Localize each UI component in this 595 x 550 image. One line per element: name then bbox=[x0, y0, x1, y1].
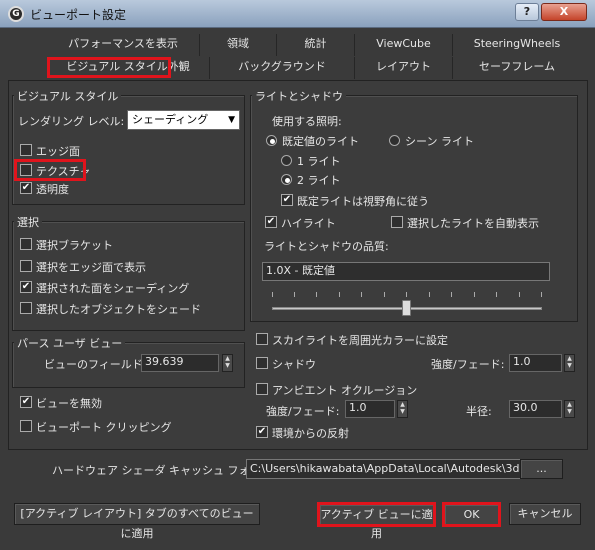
ambient-occlusion-label: アンビエント オクルージョン bbox=[272, 384, 418, 397]
two-lights-radio[interactable] bbox=[281, 174, 292, 185]
shadow-intensity-input[interactable]: 1.0 bbox=[509, 354, 562, 372]
selection-edge-label: 選択をエッジ面で表示 bbox=[36, 261, 146, 274]
ambient-occlusion-checkbox[interactable] bbox=[256, 383, 268, 395]
default-lights-radio[interactable] bbox=[266, 135, 277, 146]
skylight-checkbox[interactable] bbox=[256, 333, 268, 345]
scene-lights-label: シーン ライト bbox=[405, 135, 474, 148]
viewport-clipping-label: ビューポート クリッピング bbox=[36, 421, 172, 434]
close-button[interactable]: X bbox=[541, 3, 587, 21]
slider-tick bbox=[361, 292, 362, 297]
visual-style-group-title: ビジュアル スタイル bbox=[14, 88, 122, 104]
slider-tick bbox=[541, 292, 542, 297]
selected-objects-shade-checkbox[interactable] bbox=[20, 302, 32, 314]
tab-regions[interactable]: 領域 bbox=[200, 34, 277, 56]
slider-tick bbox=[496, 292, 497, 297]
scene-lights-radio[interactable] bbox=[389, 135, 400, 146]
tab-layout[interactable]: レイアウト bbox=[355, 57, 453, 79]
selected-faces-shade-checkbox[interactable]: ✔ bbox=[20, 281, 32, 293]
active-tab-highlight bbox=[47, 57, 171, 78]
fov-label: ビューのフィールド: bbox=[44, 358, 147, 371]
tab-safe-frame[interactable]: セーフフレーム bbox=[453, 57, 581, 79]
shadows-checkbox[interactable] bbox=[256, 357, 268, 369]
rendering-level-dropdown[interactable]: シェーディング ▼ bbox=[127, 110, 240, 130]
slider-thumb[interactable] bbox=[402, 300, 411, 316]
env-reflection-label: 環境からの反射 bbox=[272, 427, 349, 440]
quality-slider[interactable] bbox=[272, 292, 542, 316]
slider-tick bbox=[384, 292, 385, 297]
disable-view-checkbox[interactable]: ✔ bbox=[20, 396, 32, 408]
selection-bracket-checkbox[interactable] bbox=[20, 238, 32, 250]
default-follow-label: 既定ライトは視野角に従う bbox=[297, 195, 429, 208]
highlights-checkbox[interactable]: ✔ bbox=[265, 216, 277, 228]
two-lights-label: 2 ライト bbox=[297, 174, 341, 187]
transparency-checkbox[interactable]: ✔ bbox=[20, 182, 32, 194]
apply-all-views-button[interactable]: [アクティブ レイアウト] タブのすべてのビューに適用 bbox=[14, 503, 260, 540]
slider-tick bbox=[429, 292, 430, 297]
one-light-label: 1 ライト bbox=[297, 155, 341, 168]
rendering-level-value: シェーディング bbox=[132, 113, 209, 126]
illuminate-label: 使用する照明: bbox=[272, 115, 342, 128]
ao-intensity-input[interactable]: 1.0 bbox=[345, 400, 395, 418]
selection-bracket-label: 選択ブラケット bbox=[36, 239, 113, 252]
cancel-button[interactable]: キャンセル bbox=[509, 503, 581, 525]
browse-button[interactable]: ... bbox=[520, 459, 563, 479]
slider-tick bbox=[474, 292, 475, 297]
auto-display-checkbox[interactable] bbox=[391, 216, 403, 228]
apply-active-view-button[interactable]: アクティブ ビューに適用 bbox=[317, 502, 436, 540]
slider-tick bbox=[316, 292, 317, 297]
tab-statistics[interactable]: 統計 bbox=[277, 34, 355, 56]
ao-intensity-spinner[interactable]: ▲ ▼ bbox=[397, 400, 408, 418]
env-reflection-checkbox[interactable]: ✔ bbox=[256, 426, 268, 438]
rendering-level-label: レンダリング レベル: bbox=[18, 115, 125, 128]
quality-value-display: 1.0X - 既定値 bbox=[262, 262, 550, 281]
lighting-group-title: ライトとシャドウ bbox=[252, 88, 346, 104]
ao-intensity-label: 強度/フェード: bbox=[266, 405, 340, 418]
perspective-group-title: パース ユーザ ビュー bbox=[14, 335, 126, 351]
hw-cache-label: ハードウェア シェーダ キャッシュ フォルダ: bbox=[52, 464, 276, 477]
selected-faces-shade-label: 選択された面をシェーディング bbox=[36, 282, 190, 295]
tab-viewcube[interactable]: ViewCube bbox=[355, 34, 453, 56]
shadow-intensity-spinner[interactable]: ▲ ▼ bbox=[564, 354, 575, 372]
selected-objects-shade-label: 選択したオブジェクトをシェード bbox=[36, 303, 201, 316]
viewport-clipping-checkbox[interactable] bbox=[20, 420, 32, 432]
fov-spinner[interactable]: ▲ ▼ bbox=[222, 354, 233, 372]
slider-tick bbox=[451, 292, 452, 297]
ok-button[interactable]: OK bbox=[442, 502, 501, 527]
highlights-label: ハイライト bbox=[281, 217, 336, 230]
hw-cache-path-input[interactable]: C:\Users\hikawabata\AppData\Local\Autode… bbox=[246, 459, 531, 479]
shadow-intensity-label: 強度/フェード: bbox=[431, 358, 505, 371]
shadows-label: シャドウ bbox=[272, 358, 316, 371]
selection-edge-checkbox[interactable] bbox=[20, 260, 32, 272]
default-lights-label: 既定値のライト bbox=[282, 135, 359, 148]
textures-highlight bbox=[14, 159, 86, 181]
slider-tick bbox=[339, 292, 340, 297]
default-follow-checkbox[interactable]: ✔ bbox=[281, 194, 293, 206]
auto-display-label: 選択したライトを自動表示 bbox=[407, 217, 539, 230]
slider-tick bbox=[272, 292, 273, 297]
tab-steeringwheels[interactable]: SteeringWheels bbox=[453, 34, 581, 56]
help-button[interactable]: ? bbox=[515, 3, 539, 21]
edge-faces-label: エッジ面 bbox=[36, 145, 80, 158]
slider-tick bbox=[294, 292, 295, 297]
app-icon[interactable]: G bbox=[8, 6, 24, 22]
fov-input[interactable]: 39.639 bbox=[141, 354, 219, 372]
edge-faces-checkbox[interactable] bbox=[20, 144, 32, 156]
window-title: ビューポート設定 bbox=[30, 8, 127, 22]
ao-radius-label: 半径: bbox=[466, 405, 492, 418]
tab-background[interactable]: バックグラウンド bbox=[210, 57, 355, 79]
ao-radius-spinner[interactable]: ▲ ▼ bbox=[564, 400, 575, 418]
slider-tick bbox=[406, 292, 407, 297]
disable-view-label: ビューを無効 bbox=[36, 397, 102, 410]
skylight-label: スカイライトを周囲光カラーに設定 bbox=[272, 334, 448, 347]
quality-label: ライトとシャドウの品質: bbox=[264, 240, 389, 253]
tab-performance[interactable]: パフォーマンスを表示 bbox=[47, 34, 200, 56]
slider-tick bbox=[519, 292, 520, 297]
chevron-down-icon: ▼ bbox=[228, 115, 235, 125]
selection-group-title: 選択 bbox=[14, 214, 42, 230]
transparency-label: 透明度 bbox=[36, 183, 69, 196]
one-light-radio[interactable] bbox=[281, 155, 292, 166]
ao-radius-input[interactable]: 30.0 bbox=[509, 400, 562, 418]
